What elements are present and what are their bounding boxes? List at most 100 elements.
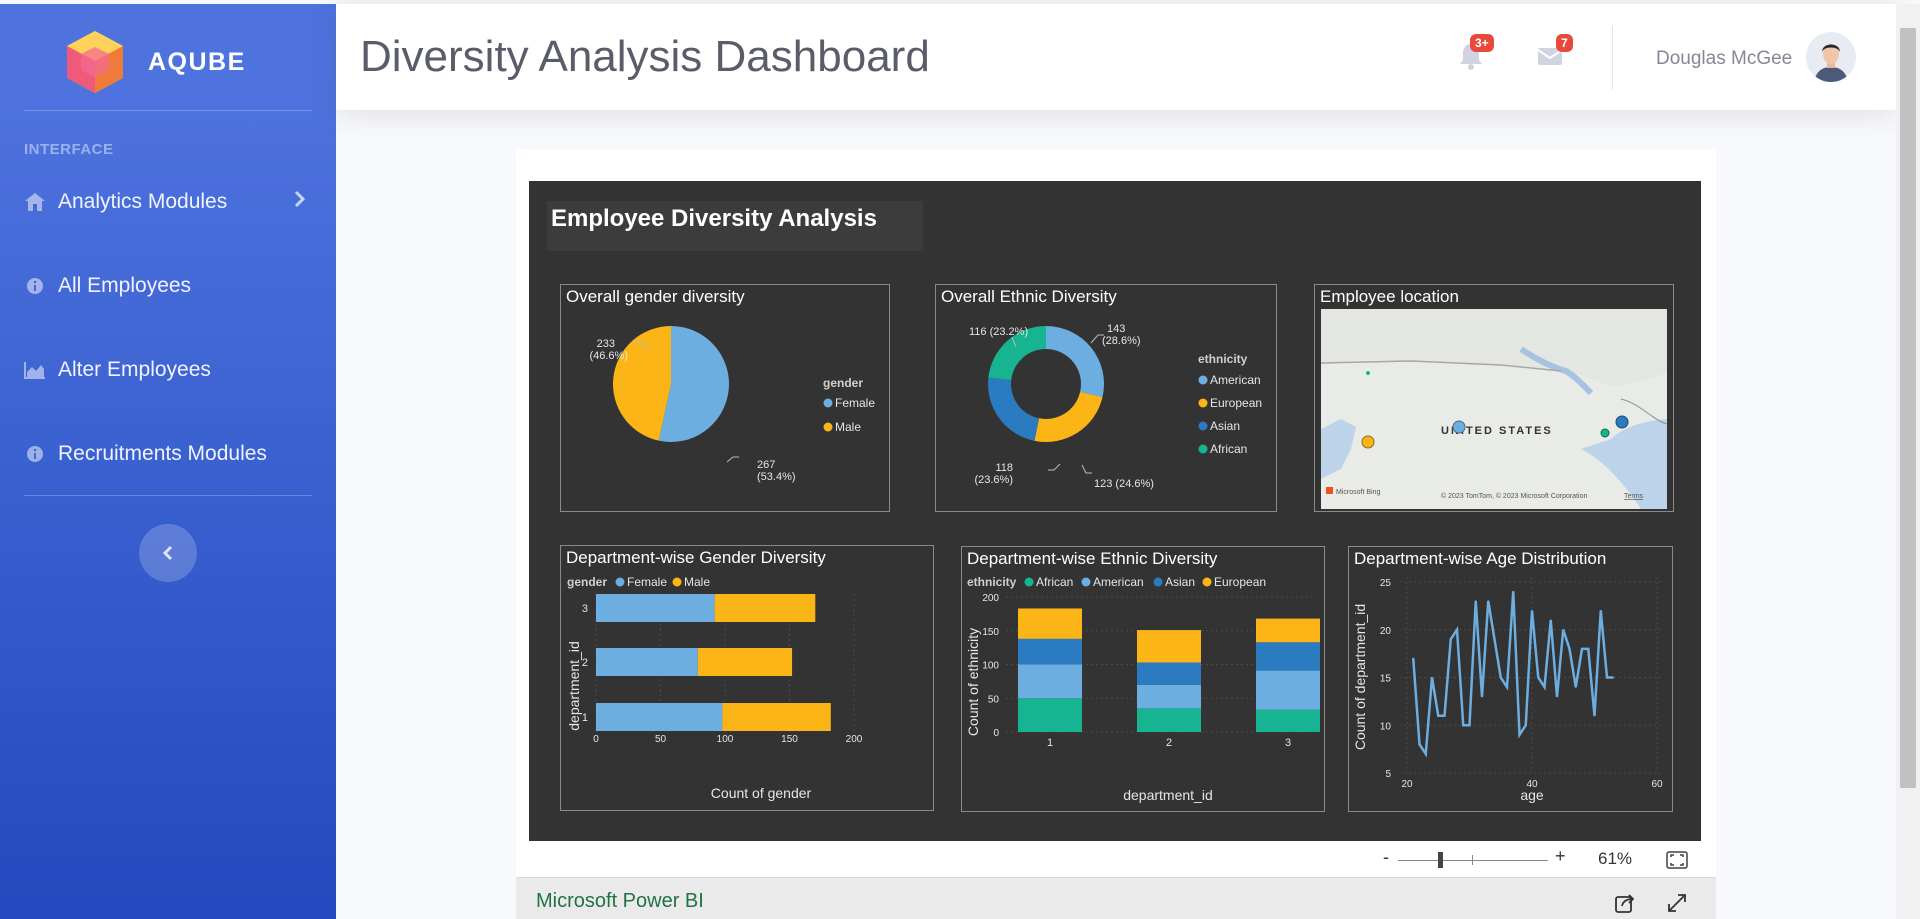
sidebar-item-analytics-modules[interactable]: Analytics Modules	[0, 174, 336, 230]
page-title: Diversity Analysis Dashboard	[360, 32, 930, 81]
map-canvas[interactable]: UNITED STATES Microsoft Bing © 2023 TomT…	[1321, 309, 1667, 509]
powerbi-report[interactable]: Employee Diversity Analysis Overall gend…	[529, 181, 1701, 841]
data-point	[1606, 676, 1608, 679]
data-point	[1556, 695, 1558, 698]
x-tick-label: 1	[1047, 737, 1053, 749]
visual-ethnic-donut[interactable]: Overall Ethnic Diversity 143 (28.6%) 116…	[935, 284, 1277, 512]
y-tick-label: 150	[982, 627, 999, 638]
legend-dot-european	[1202, 577, 1212, 587]
legend-label-asian: Asian	[1210, 419, 1240, 433]
visual-dept-ethnic[interactable]: Department-wise Ethnic Diversity ethnici…	[961, 546, 1325, 812]
y-axis-label: Count of ethnicity	[965, 628, 981, 736]
data-point	[1493, 638, 1496, 641]
slice-label-asian-count: 118	[995, 462, 1013, 474]
scrollbar-thumb[interactable]	[1900, 28, 1916, 788]
info-icon	[24, 443, 46, 465]
visual-dept-gender[interactable]: Department-wise Gender Diversity gender …	[560, 545, 934, 811]
bing-logo-icon	[1326, 487, 1333, 494]
fullscreen-icon[interactable]	[1666, 892, 1688, 914]
bar-segment-african	[1256, 709, 1320, 732]
bar-segment-male	[722, 703, 831, 731]
map-marker[interactable]	[1366, 371, 1370, 375]
sidebar-item-all-employees[interactable]: All Employees	[0, 258, 336, 314]
dept-ethnic-bar-chart: ethnicity African American Asian Europea…	[965, 575, 1320, 803]
visual-dept-age[interactable]: Department-wise Age Distribution 5 10 15 20…	[1348, 546, 1673, 812]
data-point	[1481, 695, 1483, 698]
data-point	[1562, 628, 1565, 631]
sidebar-item-alter-employees[interactable]: Alter Employees	[0, 342, 336, 398]
sidebar-item-recruitments-modules[interactable]: Recruitments Modules	[0, 426, 336, 482]
legend-label-male: Male	[835, 420, 861, 434]
visual-employee-location[interactable]: Employee location UNITED STATES Microsof…	[1314, 284, 1674, 512]
zoom-slider-midmark	[1472, 855, 1473, 865]
data-point	[1531, 609, 1533, 612]
data-point	[1487, 600, 1490, 602]
bar-segment-male	[697, 648, 793, 676]
zoom-out-button[interactable]: -	[1383, 847, 1389, 868]
map-terms-link[interactable]: Terms	[1624, 493, 1644, 500]
sidebar-item-label: Analytics Modules	[58, 190, 228, 213]
dept-gender-bar-chart: gender Female Male 0 50 100 150 200 1 2 3 Count…	[566, 575, 863, 801]
visual-gender-pie[interactable]: Overall gender diversity 233 (46.6%) 267…	[560, 284, 890, 512]
zoom-slider-thumb[interactable]	[1437, 852, 1443, 868]
data-point	[1568, 648, 1571, 650]
chevron-left-icon	[162, 545, 173, 561]
sidebar-divider	[24, 495, 312, 496]
dept-age-line-chart: 51015202520 40 60 age Count of department_…	[1352, 577, 1664, 803]
data-point	[1506, 686, 1508, 688]
slice-label-american-pct: (28.6%)	[1102, 335, 1141, 347]
messages-button[interactable]: 7	[1536, 34, 1573, 72]
bar-segment-female	[596, 594, 715, 622]
user-avatar-icon	[1806, 32, 1856, 82]
powerbi-link[interactable]: Microsoft Power BI	[536, 890, 704, 913]
data-point	[1518, 734, 1521, 736]
y-tick-label: 20	[1380, 626, 1392, 637]
legend-dot-european	[1198, 398, 1208, 408]
sidebar-item-label: All Employees	[58, 274, 192, 297]
sidebar-toggle-button[interactable]	[139, 524, 197, 582]
info-icon	[24, 275, 46, 297]
user-name[interactable]: Douglas McGee	[1656, 48, 1792, 70]
bar-segment-european	[1137, 630, 1201, 663]
pie-slice-european	[1034, 391, 1103, 442]
map-marker[interactable]	[1361, 435, 1375, 449]
y-tick-label: 10	[1380, 721, 1392, 732]
legend-dot-american	[1198, 375, 1208, 385]
share-icon[interactable]	[1614, 892, 1636, 914]
fit-to-page-icon[interactable]	[1666, 851, 1688, 869]
page-scrollbar[interactable]	[1896, 4, 1920, 919]
map-marker[interactable]	[1452, 420, 1466, 434]
map-logo-text: Microsoft Bing	[1336, 489, 1380, 496]
sidebar-divider	[24, 110, 312, 111]
data-point	[1412, 657, 1415, 660]
slice-label-female-pct: (53.4%)	[757, 471, 796, 483]
data-point	[1593, 714, 1596, 717]
legend-dot-male	[672, 577, 682, 587]
legend-dot-american	[1081, 577, 1091, 587]
zoom-slider-track[interactable]	[1398, 860, 1548, 861]
brand[interactable]: AQUBE	[60, 22, 300, 102]
legend-label-african: African	[1036, 575, 1073, 589]
slice-label-european: 123 (24.6%)	[1094, 478, 1154, 490]
map-marker[interactable]	[1615, 415, 1629, 429]
x-tick-label: 150	[781, 734, 798, 745]
legend-label-american: American	[1210, 373, 1261, 387]
legend-title: gender	[567, 575, 607, 589]
pie-slice-asian	[988, 377, 1040, 441]
y-tick-label: 3	[582, 603, 588, 615]
bar-segment-european	[1018, 608, 1082, 639]
data-point	[1437, 714, 1440, 717]
avatar[interactable]	[1806, 32, 1856, 82]
bar-segment-american	[1018, 664, 1082, 699]
map-marker[interactable]	[1600, 428, 1610, 438]
legend-dot-african	[1198, 444, 1208, 454]
cube-logo-icon	[67, 31, 123, 93]
data-point	[1468, 724, 1471, 727]
data-point	[1543, 686, 1546, 688]
legend-dot-male	[823, 422, 833, 432]
bar-segment-african	[1018, 698, 1082, 732]
data-point	[1456, 628, 1458, 631]
alerts-button[interactable]: 3+	[1458, 34, 1494, 72]
ethnic-donut-chart: 143 (28.6%) 116 (23.2%) 118 (23.6%) 123 …	[969, 323, 1262, 490]
zoom-in-button[interactable]: +	[1555, 846, 1566, 867]
